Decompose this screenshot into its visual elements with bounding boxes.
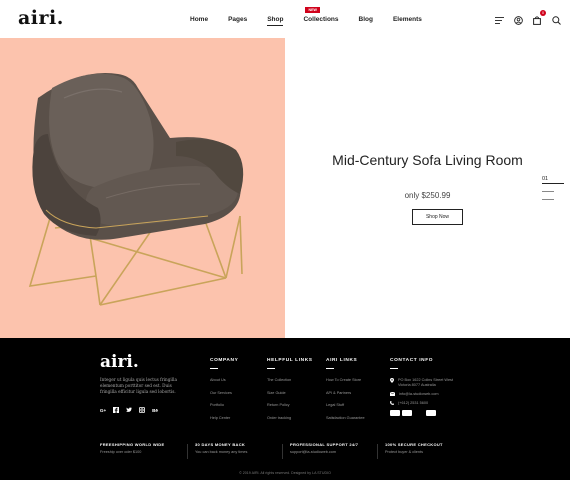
feature-text: Freeship over oder $100: [100, 450, 142, 454]
facebook-icon[interactable]: [113, 407, 119, 413]
new-badge: NEW: [305, 7, 320, 13]
feature-text: support@la-studioweb.com: [290, 450, 337, 454]
phone-icon: [390, 401, 394, 405]
footer-logo[interactable]: airi.: [100, 352, 139, 372]
paypal-icon: [414, 410, 424, 416]
mail-icon: [390, 392, 395, 396]
footer-column-airi-links: AIRI LINKS How To Create Store API & Par…: [326, 358, 365, 428]
footer-column-title: AIRI LINKS: [326, 358, 358, 363]
nav-pages[interactable]: Pages: [228, 16, 247, 26]
site-logo[interactable]: airi.: [18, 7, 64, 29]
footer-link[interactable]: Help Center: [210, 416, 238, 420]
nav-label: Blog: [358, 16, 373, 23]
title-underline: [267, 368, 275, 369]
nav-elements[interactable]: Elements: [393, 16, 422, 26]
footer-link[interactable]: Portfolio: [210, 403, 238, 407]
nav-collections[interactable]: NEW Collections: [303, 7, 339, 26]
title-underline: [210, 368, 218, 369]
feature-text: You can back money any times: [195, 450, 248, 454]
hero-image-panel: [0, 38, 285, 338]
feature-title: FREESHIPPING WORLD WIDE: [100, 442, 165, 447]
contact-address: PO Box 1622 Colins Street West Victoria …: [390, 378, 464, 388]
slider-nav: 01: [542, 176, 564, 207]
nav-home[interactable]: Home: [190, 16, 208, 26]
visa-icon: [402, 410, 412, 416]
footer-features: FREESHIPPING WORLD WIDE Freeship over od…: [100, 442, 480, 459]
hero-price: only $250.99: [404, 191, 451, 200]
footer-link[interactable]: About Us: [210, 378, 238, 382]
instagram-icon[interactable]: [139, 407, 145, 413]
address-text: PO Box 1622 Colins Street West Victoria …: [398, 378, 454, 387]
amex-icon: [426, 410, 436, 416]
feature-support: PROFESSIONAL SUPPORT 24/7 support@la-stu…: [282, 442, 385, 459]
footer-link[interactable]: Satisfaction Guarantee: [326, 416, 365, 420]
feature-secure-checkout: 100% SECURE CHECKOUT Protect buyer & cli…: [377, 442, 480, 459]
nav-shop[interactable]: Shop: [267, 16, 284, 26]
footer-column-contact: CONTACT INFO PO Box 1622 Colins Street W…: [390, 358, 464, 416]
footer-link[interactable]: Order tracking: [267, 416, 313, 420]
nav-label: Shop: [267, 16, 284, 23]
feature-text: Protect buyer & clients: [385, 450, 423, 454]
email-text[interactable]: info@la-studioweb.com: [399, 392, 464, 397]
footer-link[interactable]: Our Services: [210, 391, 238, 395]
menu-icon[interactable]: [493, 14, 505, 26]
footer-link[interactable]: How To Create Store: [326, 378, 365, 382]
feature-title: PROFESSIONAL SUPPORT 24/7: [290, 442, 359, 447]
social-links: G+ Bē: [100, 407, 165, 413]
payment-methods: [390, 410, 464, 416]
nav-label: Elements: [392, 16, 422, 23]
title-underline: [390, 368, 398, 369]
feature-divider: [187, 444, 188, 459]
footer-column-title: CONTACT INFO: [390, 358, 434, 363]
search-icon[interactable]: [550, 14, 562, 26]
feature-divider: [282, 444, 283, 459]
contact-email: info@la-studioweb.com: [390, 392, 464, 397]
title-underline: [326, 368, 334, 369]
nav-blog[interactable]: Blog: [359, 16, 373, 26]
footer-description: Integer ut ligula quis lectus fringilla …: [100, 377, 177, 394]
feature-title: 100% SECURE CHECKOUT: [385, 442, 443, 447]
cart-icon[interactable]: 0: [531, 10, 546, 26]
nav-label: Collections: [303, 16, 339, 23]
behance-icon[interactable]: Bē: [152, 407, 158, 413]
footer-column-company: COMPANY About Us Our Services Portfolio …: [210, 358, 238, 428]
twitter-icon[interactable]: [126, 407, 132, 413]
header-icons: 0: [486, 10, 562, 26]
footer-link[interactable]: Return Policy: [267, 403, 313, 407]
slide-dot-3[interactable]: [542, 199, 554, 200]
map-pin-icon: [390, 378, 394, 383]
slide-number: 01: [542, 176, 549, 182]
cart-count-badge: 0: [540, 10, 546, 16]
footer-link[interactable]: Legal Stuff: [326, 403, 365, 407]
hero-content-panel: Mid-Century Sofa Living Room only $250.9…: [285, 38, 570, 338]
feature-freeshipping: FREESHIPPING WORLD WIDE Freeship over od…: [100, 442, 195, 454]
copyright: © 2019 AIRI. All rights reserved. Design…: [239, 471, 331, 475]
nav-label: Home: [190, 16, 209, 23]
google-plus-icon[interactable]: G+: [100, 407, 106, 413]
main-nav: Home Pages Shop NEW Collections Blog Ele…: [190, 7, 442, 26]
phone-text[interactable]: (+612) 2531 5600: [398, 401, 463, 406]
armchair-image: [28, 73, 244, 306]
user-icon[interactable]: [512, 14, 524, 26]
slide-dot-1[interactable]: [542, 183, 564, 184]
nav-label: Pages: [228, 16, 248, 23]
shop-now-button[interactable]: Shop Now: [412, 209, 463, 225]
mastercard-icon: [390, 410, 400, 416]
site-footer: airi. Integer ut ligula quis lectus frin…: [0, 338, 570, 480]
contact-phone: (+612) 2531 5600: [390, 401, 464, 406]
footer-column-helpful-links: HELPFUL LINKS The Collection Size Guide …: [267, 358, 313, 428]
footer-link[interactable]: The Collection: [267, 378, 313, 382]
footer-column-title: HELPFUL LINKS: [267, 358, 313, 363]
feature-title: 30 DAYS MONEY BACK: [195, 442, 246, 447]
footer-link[interactable]: API & Partners: [326, 391, 365, 395]
footer-column-title: COMPANY: [210, 358, 239, 363]
site-header: airi. Home Pages Shop NEW Collections Bl…: [0, 0, 570, 38]
hero-title: Mid-Century Sofa Living Room: [332, 152, 523, 168]
footer-link[interactable]: Size Guide: [267, 391, 313, 395]
feature-divider: [377, 444, 378, 459]
feature-money-back: 30 DAYS MONEY BACK You can back money an…: [187, 442, 290, 459]
slide-dot-2[interactable]: [542, 191, 554, 192]
